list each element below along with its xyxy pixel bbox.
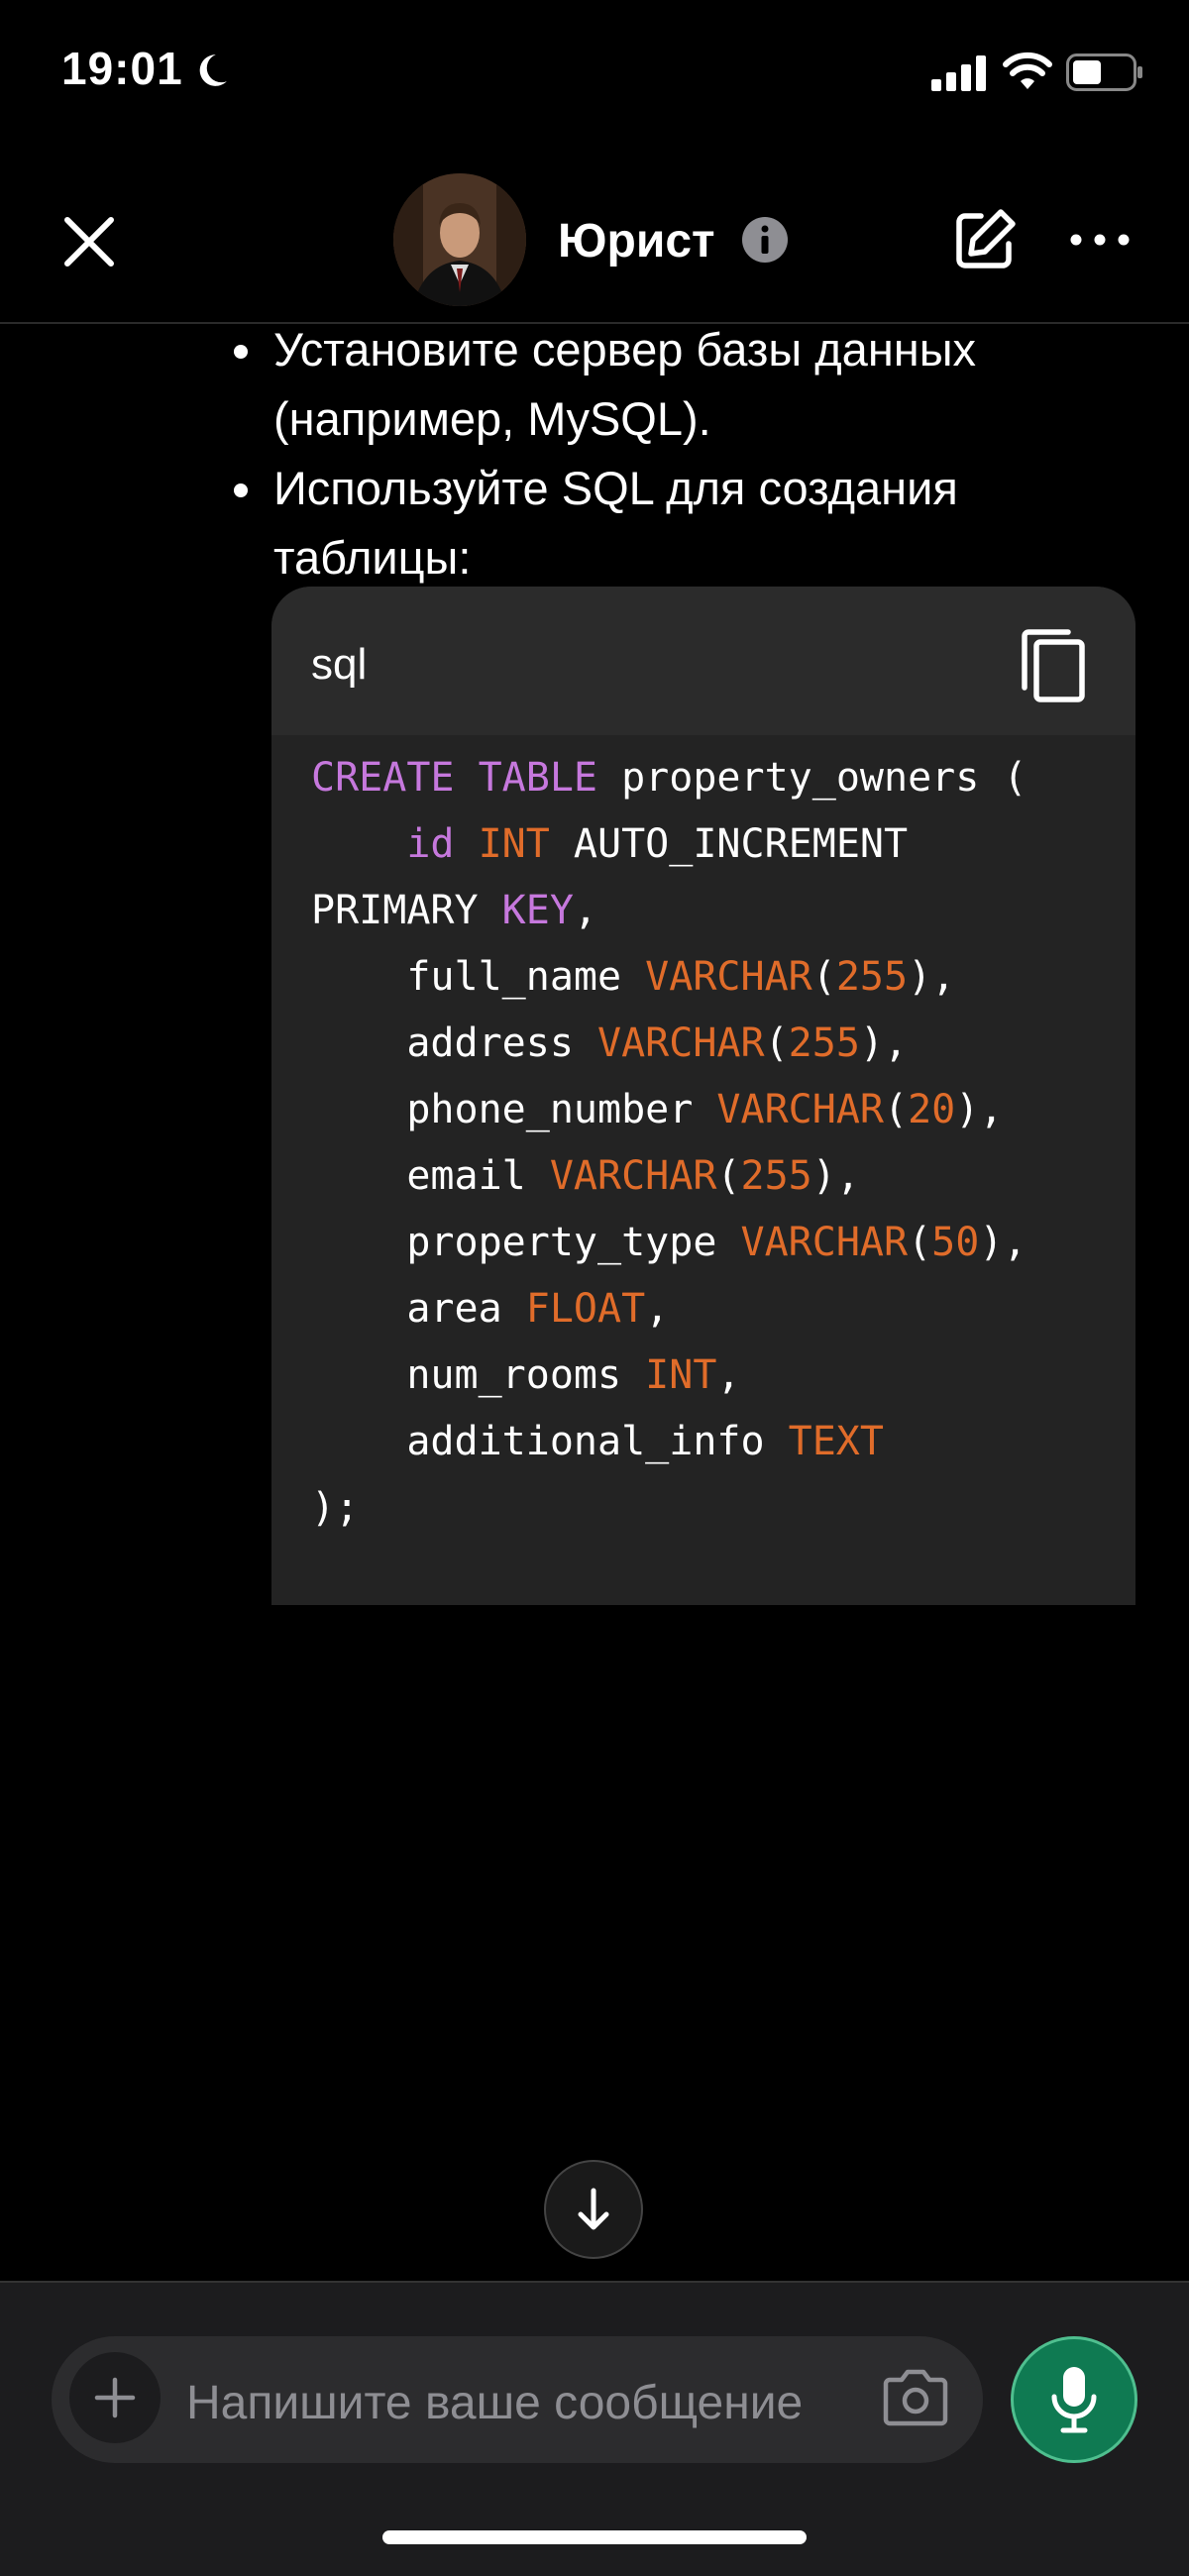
signal-icon xyxy=(931,55,986,91)
more-icon[interactable] xyxy=(1068,220,1132,260)
battery-icon xyxy=(1066,54,1142,91)
wifi-icon xyxy=(1003,52,1052,89)
list-item: Используйте SQL для создания таблицы: xyxy=(230,454,1122,592)
code-language-label: sql xyxy=(311,640,368,689)
message-bullet-list: Установите сервер базы данных (например,… xyxy=(230,315,1122,592)
list-item: Установите сервер базы данных (например,… xyxy=(230,315,1122,454)
code-block-header: sql xyxy=(271,587,1135,735)
copy-icon[interactable] xyxy=(1019,626,1088,705)
info-icon[interactable] xyxy=(741,216,789,264)
microphone-button[interactable] xyxy=(1011,2336,1137,2463)
scroll-down-button[interactable] xyxy=(544,2160,643,2259)
lawyer-portrait-icon xyxy=(393,173,526,306)
add-attachment-button[interactable] xyxy=(69,2352,161,2443)
plus-icon xyxy=(94,2377,136,2418)
avatar[interactable] xyxy=(393,173,526,306)
moon-icon xyxy=(199,54,227,86)
code-text: CREATE TABLE property_owners ( id INT AU… xyxy=(311,755,1027,1531)
code-block: sql CREATE TABLE property_owners ( id IN… xyxy=(271,587,1135,1605)
edit-icon[interactable] xyxy=(951,206,1019,273)
close-button[interactable] xyxy=(57,210,121,273)
status-time: 19:01 xyxy=(61,43,183,94)
home-indicator xyxy=(382,2530,807,2544)
chat-title[interactable]: Юрист xyxy=(558,214,715,268)
camera-icon[interactable] xyxy=(880,2368,951,2427)
message-input[interactable] xyxy=(184,2362,842,2443)
arrow-down-icon xyxy=(578,2188,609,2230)
microphone-icon xyxy=(1051,2367,1097,2433)
